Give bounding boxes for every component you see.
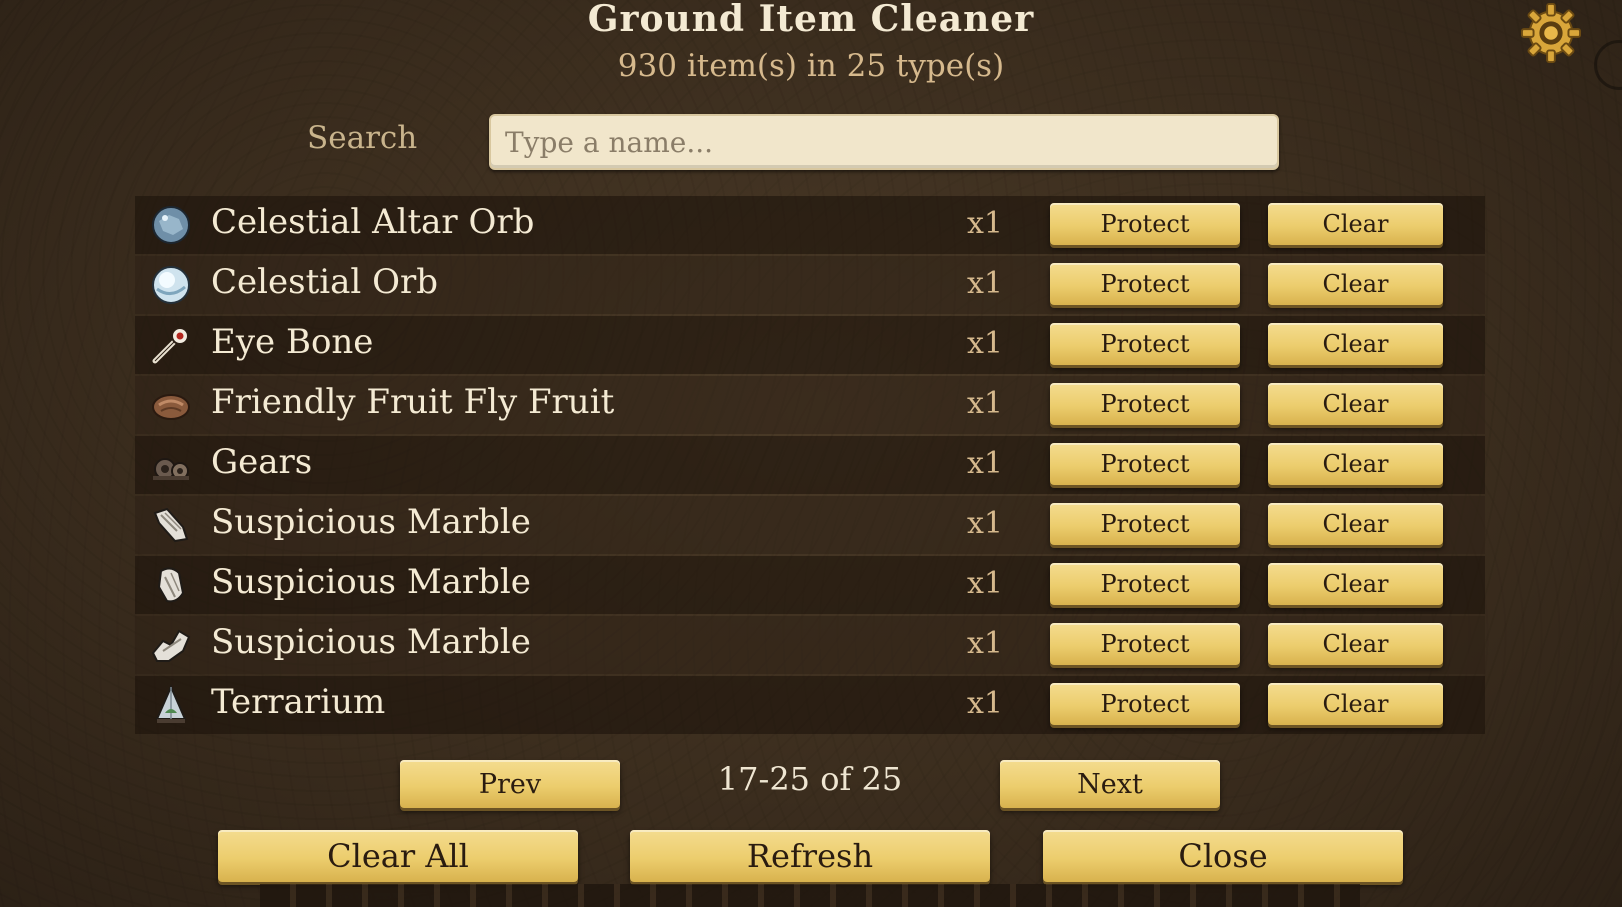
item-name: Terrarium <box>211 682 386 722</box>
protect-button[interactable]: Protect <box>1050 323 1240 365</box>
item-name: Eye Bone <box>211 322 374 362</box>
fruit-fly-fruit-icon <box>152 394 190 420</box>
item-quantity: x1 <box>967 446 1004 481</box>
item-quantity: x1 <box>967 206 1004 241</box>
eye-bone-icon <box>152 327 189 364</box>
suspicious-marble-icon <box>153 507 189 543</box>
item-name: Suspicious Marble <box>211 502 531 542</box>
item-name: Celestial Altar Orb <box>211 202 535 242</box>
close-button[interactable]: Close <box>1043 830 1403 882</box>
suspicious-marble-icon <box>157 567 185 603</box>
search-input[interactable] <box>489 114 1279 170</box>
clear-button[interactable]: Clear <box>1268 503 1443 545</box>
page-title: Ground Item Cleaner <box>587 0 1035 40</box>
next-page-button[interactable]: Next <box>1000 760 1220 808</box>
list-item: Celestial Altar Orb x1 Protect Clear <box>135 196 1485 254</box>
list-item: Gears x1 Protect Clear <box>135 436 1485 494</box>
protect-button[interactable]: Protect <box>1050 623 1240 665</box>
fence-decoration <box>260 884 1360 907</box>
clear-button[interactable]: Clear <box>1268 263 1443 305</box>
celestial-orb-icon <box>152 266 190 304</box>
clear-button[interactable]: Clear <box>1268 383 1443 425</box>
protect-button[interactable]: Protect <box>1050 263 1240 305</box>
list-item: Terrarium x1 Protect Clear <box>135 676 1485 734</box>
item-quantity: x1 <box>967 386 1004 421</box>
page-range: 17-25 of 25 <box>717 760 903 798</box>
item-quantity: x1 <box>967 626 1004 661</box>
gears-icon <box>153 458 189 480</box>
protect-button[interactable]: Protect <box>1050 563 1240 605</box>
list-item: Suspicious Marble x1 Protect Clear <box>135 616 1485 674</box>
item-name: Suspicious Marble <box>211 622 531 662</box>
list-item: Suspicious Marble x1 Protect Clear <box>135 556 1485 614</box>
protect-button[interactable]: Protect <box>1050 683 1240 725</box>
item-name: Celestial Orb <box>211 262 438 302</box>
clear-button[interactable]: Clear <box>1268 623 1443 665</box>
protect-button[interactable]: Protect <box>1050 443 1240 485</box>
item-name: Suspicious Marble <box>211 562 531 602</box>
terrarium-icon <box>155 684 187 723</box>
list-item: Suspicious Marble x1 Protect Clear <box>135 496 1485 554</box>
item-count-summary: 930 item(s) in 25 type(s) <box>617 48 1005 84</box>
clear-button[interactable]: Clear <box>1268 443 1443 485</box>
clear-all-button[interactable]: Clear All <box>218 830 578 882</box>
suspicious-marble-icon <box>151 629 191 662</box>
protect-button[interactable]: Protect <box>1050 383 1240 425</box>
protect-button[interactable]: Protect <box>1050 203 1240 245</box>
clear-button[interactable]: Clear <box>1268 203 1443 245</box>
clear-button[interactable]: Clear <box>1268 683 1443 725</box>
item-quantity: x1 <box>967 506 1004 541</box>
refresh-button[interactable]: Refresh <box>630 830 990 882</box>
item-quantity: x1 <box>967 266 1004 301</box>
search-label: Search <box>307 120 418 156</box>
protect-button[interactable]: Protect <box>1050 503 1240 545</box>
celestial-altar-orb-icon <box>152 206 190 244</box>
item-quantity: x1 <box>967 566 1004 601</box>
list-item: Eye Bone x1 Protect Clear <box>135 316 1485 374</box>
clear-button[interactable]: Clear <box>1268 563 1443 605</box>
clear-button[interactable]: Clear <box>1268 323 1443 365</box>
item-quantity: x1 <box>967 686 1004 721</box>
item-list: Celestial Altar Orb x1 Protect Clear Cel… <box>135 196 1485 736</box>
item-quantity: x1 <box>967 326 1004 361</box>
item-name: Gears <box>211 442 313 482</box>
gear-icon[interactable] <box>1520 2 1582 64</box>
list-item: Friendly Fruit Fly Fruit x1 Protect Clea… <box>135 376 1485 434</box>
item-name: Friendly Fruit Fly Fruit <box>211 382 615 422</box>
prev-page-button[interactable]: Prev <box>400 760 620 808</box>
list-item: Celestial Orb x1 Protect Clear <box>135 256 1485 314</box>
